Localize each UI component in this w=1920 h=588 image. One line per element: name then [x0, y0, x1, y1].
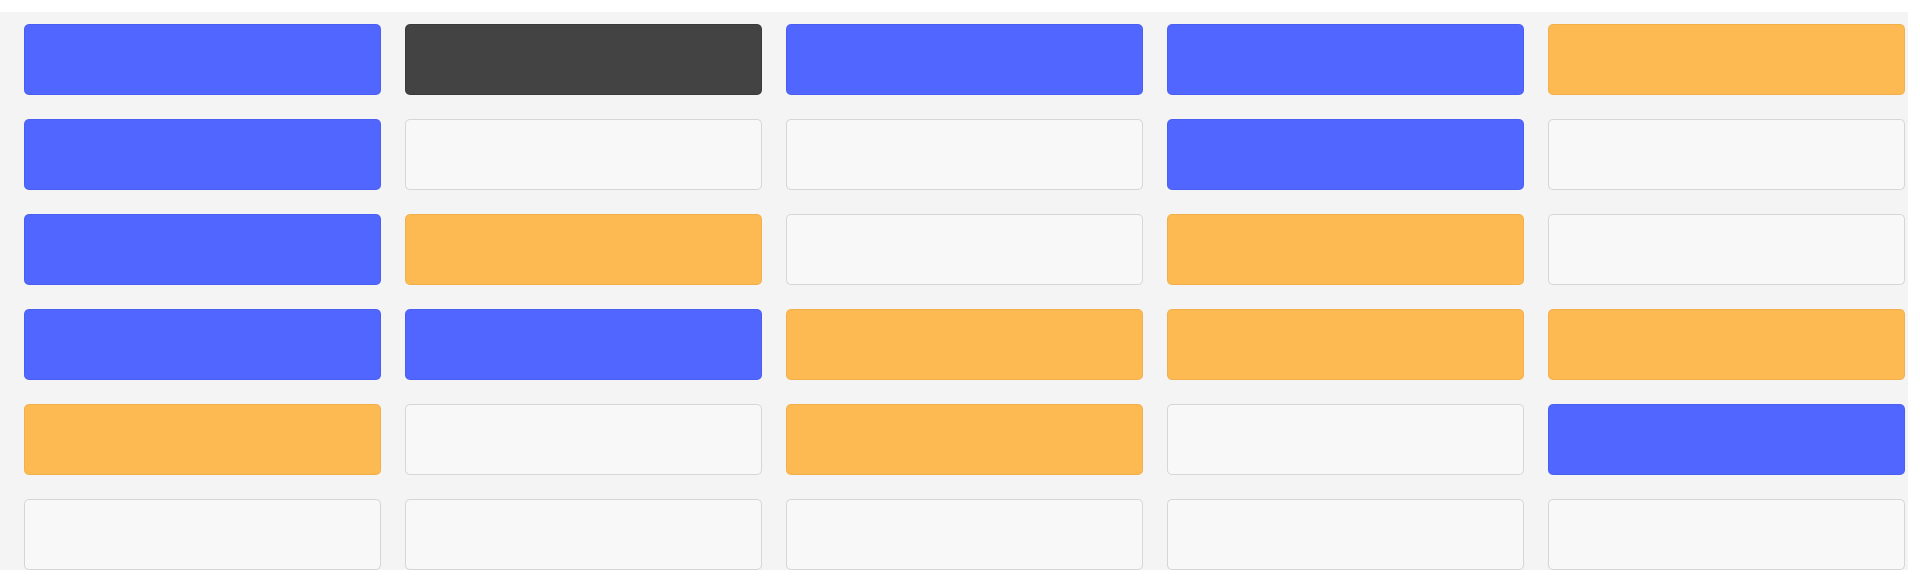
- tile-r1-c2-dark[interactable]: [405, 24, 762, 95]
- tile-r4-c2-blue[interactable]: [405, 309, 762, 380]
- tile-r6-c2-empty[interactable]: [405, 499, 762, 570]
- tile-r1-c3-blue[interactable]: [786, 24, 1143, 95]
- tile-r6-c5-empty[interactable]: [1548, 499, 1905, 570]
- tile-r3-c5-empty[interactable]: [1548, 214, 1905, 285]
- tile-r3-c2-orange[interactable]: [405, 214, 762, 285]
- tile-r4-c4-orange[interactable]: [1167, 309, 1524, 380]
- tile-r1-c5-orange[interactable]: [1548, 24, 1905, 95]
- tile-r4-c3-orange[interactable]: [786, 309, 1143, 380]
- tile-r3-c1-blue[interactable]: [24, 214, 381, 285]
- tile-r4-c5-orange[interactable]: [1548, 309, 1905, 380]
- tile-r2-c1-blue[interactable]: [24, 119, 381, 190]
- game-board: [0, 12, 1908, 570]
- tile-r2-c5-empty[interactable]: [1548, 119, 1905, 190]
- tile-r3-c4-orange[interactable]: [1167, 214, 1524, 285]
- tile-r4-c1-blue[interactable]: [24, 309, 381, 380]
- tile-r6-c1-empty[interactable]: [24, 499, 381, 570]
- tile-r2-c3-empty[interactable]: [786, 119, 1143, 190]
- tile-r6-c3-empty[interactable]: [786, 499, 1143, 570]
- tile-r5-c2-empty[interactable]: [405, 404, 762, 475]
- tile-r6-c4-empty[interactable]: [1167, 499, 1524, 570]
- tile-r5-c5-blue[interactable]: [1548, 404, 1905, 475]
- tile-r1-c1-blue[interactable]: [24, 24, 381, 95]
- tile-r5-c3-orange[interactable]: [786, 404, 1143, 475]
- tile-grid: [24, 24, 1905, 570]
- tile-r5-c4-empty[interactable]: [1167, 404, 1524, 475]
- tile-r2-c4-blue[interactable]: [1167, 119, 1524, 190]
- tile-r5-c1-orange[interactable]: [24, 404, 381, 475]
- tile-r2-c2-empty[interactable]: [405, 119, 762, 190]
- tile-r3-c3-empty[interactable]: [786, 214, 1143, 285]
- tile-r1-c4-blue[interactable]: [1167, 24, 1524, 95]
